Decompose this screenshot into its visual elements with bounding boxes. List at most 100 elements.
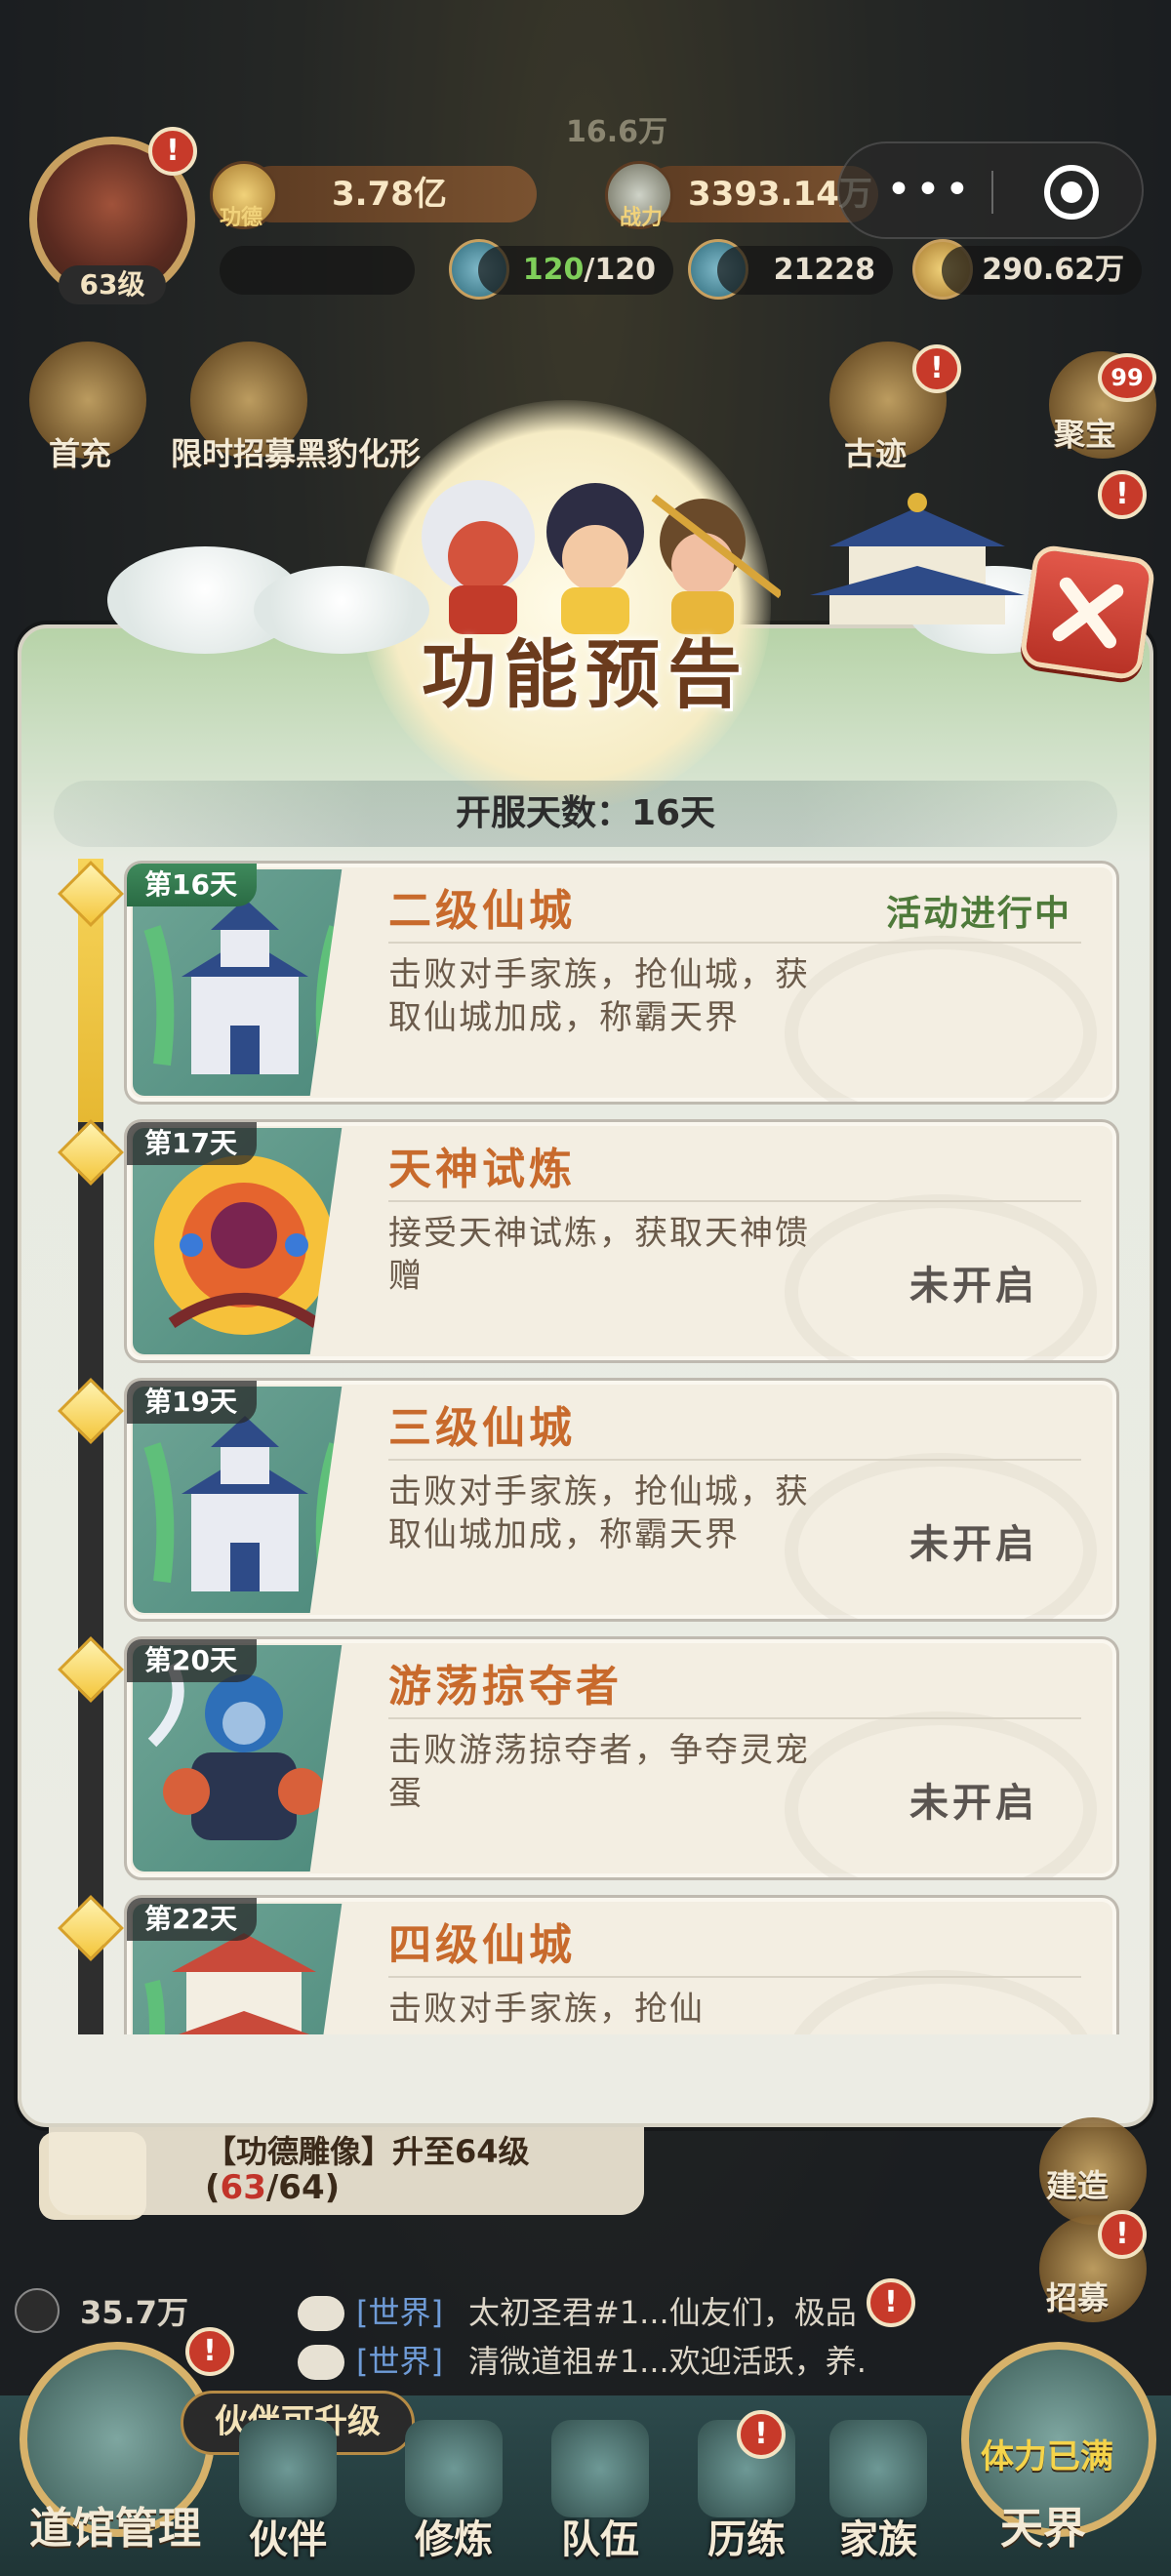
progress-rest: /64): [265, 2168, 341, 2207]
card-divider: [388, 1976, 1081, 1978]
family-icon: [829, 2420, 927, 2517]
merit-value: 3.78亿: [332, 175, 447, 214]
feature-title: 四级仙城: [388, 1920, 576, 1970]
capsule-divider: [991, 171, 993, 214]
progress-open: (: [205, 2168, 221, 2207]
chat-channel: [世界]: [356, 2343, 443, 2380]
day-tag: 第22天: [127, 1898, 257, 1941]
chat-message: 太初圣君#1...仙友们，极品: [468, 2294, 857, 2331]
chat-message: 清微道祖#1...欢迎活跃，养.: [468, 2343, 867, 2380]
nav-team[interactable]: 队伍: [532, 2420, 668, 2576]
chat-bubble-icon: [298, 2345, 344, 2380]
dialog-title: 功能预告: [422, 631, 749, 718]
build-label: 建造: [1046, 2167, 1110, 2204]
first-charge-label: 首充: [49, 435, 112, 472]
feature-title: 游荡掠夺者: [388, 1662, 623, 1711]
nav-label: 家族: [839, 2517, 917, 2562]
feature-card[interactable]: 第22天 四级仙城 击败对手家族，抢仙: [124, 1895, 1119, 2034]
jade-pill[interactable]: 21228: [717, 246, 893, 295]
nav-label: 伙伴: [249, 2517, 327, 2562]
card-pattern: [785, 1970, 1097, 2034]
feature-list[interactable]: 第16天 二级仙城 活动进行中 击败对手家族，抢仙城，获取仙城加成，称霸天界 第…: [54, 849, 1127, 2034]
timeline-node: [58, 1378, 124, 1444]
close-icon: [1052, 577, 1123, 648]
feature-title: 三级仙城: [388, 1403, 576, 1453]
power-label: 战力: [620, 206, 664, 230]
day-tag: 第20天: [127, 1639, 257, 1682]
nav-label: 历练: [707, 2517, 786, 2562]
card-pattern: [785, 936, 1097, 1102]
card-divider: [388, 1717, 1081, 1719]
chat-line[interactable]: 35.7万 [世界] 太初圣君#1...仙友们，极品: [0, 2288, 1171, 2339]
feature-card[interactable]: 第17天 天神试炼 接受天神试炼，获取天神馈赠 未开启: [124, 1119, 1119, 1363]
nav-family[interactable]: 家族: [810, 2420, 947, 2576]
chat-bubble-icon: [298, 2296, 344, 2331]
online-count: 35.7万: [80, 2294, 188, 2331]
player-level: 63级: [59, 265, 166, 304]
nav-cultivate[interactable]: 修炼: [385, 2420, 522, 2576]
close-button[interactable]: [1018, 543, 1157, 682]
day-tag: 第17天: [127, 1122, 257, 1165]
close-miniprogram-icon[interactable]: [1044, 165, 1099, 220]
feature-card[interactable]: 第19天 三级仙城 击败对手家族，抢仙城，获取仙城加成，称霸天界 未开启: [124, 1378, 1119, 1622]
jade-value: 21228: [773, 253, 875, 287]
feature-title: 二级仙城: [388, 886, 576, 936]
merit-pill[interactable]: 3.78亿: [244, 166, 537, 222]
feature-description: 击败对手家族，抢仙: [388, 1990, 705, 2029]
nav-partner[interactable]: 伙伴: [220, 2420, 356, 2576]
trials-badge: !: [737, 2410, 786, 2459]
more-menu-icon[interactable]: •••: [886, 165, 974, 215]
server-days-bar: 开服天数：16天: [54, 781, 1117, 847]
online-icon: [15, 2288, 60, 2333]
progress-current: 63: [220, 2168, 266, 2207]
recruit-badge: !: [1098, 2210, 1147, 2259]
stamina-full-label: 体力已满: [981, 2437, 1113, 2476]
relics-label: 古迹: [844, 435, 908, 472]
day-tag: 第16天: [127, 864, 257, 906]
buff-pill[interactable]: [220, 246, 415, 295]
team-icon: [551, 2420, 649, 2517]
feature-title: 天神试炼: [388, 1145, 576, 1194]
coin-pill[interactable]: 290.62万: [942, 246, 1142, 295]
treasure-badge: 99: [1098, 353, 1156, 402]
server-days-label: 开服天数：: [455, 793, 631, 833]
nav-label: 队伍: [561, 2517, 639, 2562]
stamina-pill[interactable]: 120/120: [478, 246, 673, 295]
chat-badge: !: [867, 2278, 915, 2327]
partner-icon: [239, 2420, 337, 2517]
feature-description: 击败游荡掠夺者，争夺灵宠蛋: [388, 1731, 810, 1813]
feature-status: 未开启: [909, 1264, 1038, 1308]
palace-illustration: [810, 488, 1025, 624]
treasure-label: 聚宝: [1054, 416, 1117, 453]
merit-label: 功德: [220, 206, 263, 230]
recruit-event-label: 限时招募黑豹化形: [171, 435, 422, 472]
feature-status: 未开启: [909, 1781, 1038, 1826]
timeline-node: [58, 861, 124, 927]
hall-badge: !: [185, 2327, 234, 2376]
card-divider: [388, 1459, 1081, 1461]
card-divider: [388, 1200, 1081, 1202]
relics-badge: !: [912, 344, 961, 393]
cultivate-icon: [405, 2420, 503, 2517]
card-divider: [388, 942, 1081, 944]
xianbao-badge: !: [1098, 470, 1147, 519]
feature-status: 活动进行中: [885, 894, 1071, 934]
nav-label: 修炼: [415, 2517, 493, 2562]
feature-card[interactable]: 第16天 二级仙城 活动进行中 击败对手家族，抢仙城，获取仙城加成，称霸天界: [124, 861, 1119, 1105]
feature-description: 击败对手家族，抢仙城，获取仙城加成，称霸天界: [388, 955, 810, 1037]
quest-text: 【功德雕像】升至64级: [205, 2133, 530, 2170]
stamina-current: 120: [522, 253, 585, 287]
faded-number: 16.6万: [566, 115, 668, 149]
feature-description: 击败对手家族，抢仙城，获取仙城加成，称霸天界: [388, 1472, 810, 1554]
coin-value: 290.62万: [982, 253, 1124, 287]
heroes-illustration: [410, 478, 784, 634]
timeline-node: [58, 1636, 124, 1703]
chat-channel: [世界]: [356, 2294, 443, 2331]
miniprogram-capsule: •••: [837, 141, 1144, 239]
feature-status: 未开启: [909, 1522, 1038, 1567]
server-days-value: 16天: [630, 793, 716, 833]
feature-card[interactable]: 第20天 游荡掠夺者 击败游荡掠夺者，争夺灵宠蛋 未开启: [124, 1636, 1119, 1880]
timeline-node: [58, 1895, 124, 1961]
quest-progress: (63/64): [205, 2168, 340, 2207]
nav-heaven-label: 天界: [1000, 2504, 1086, 2554]
